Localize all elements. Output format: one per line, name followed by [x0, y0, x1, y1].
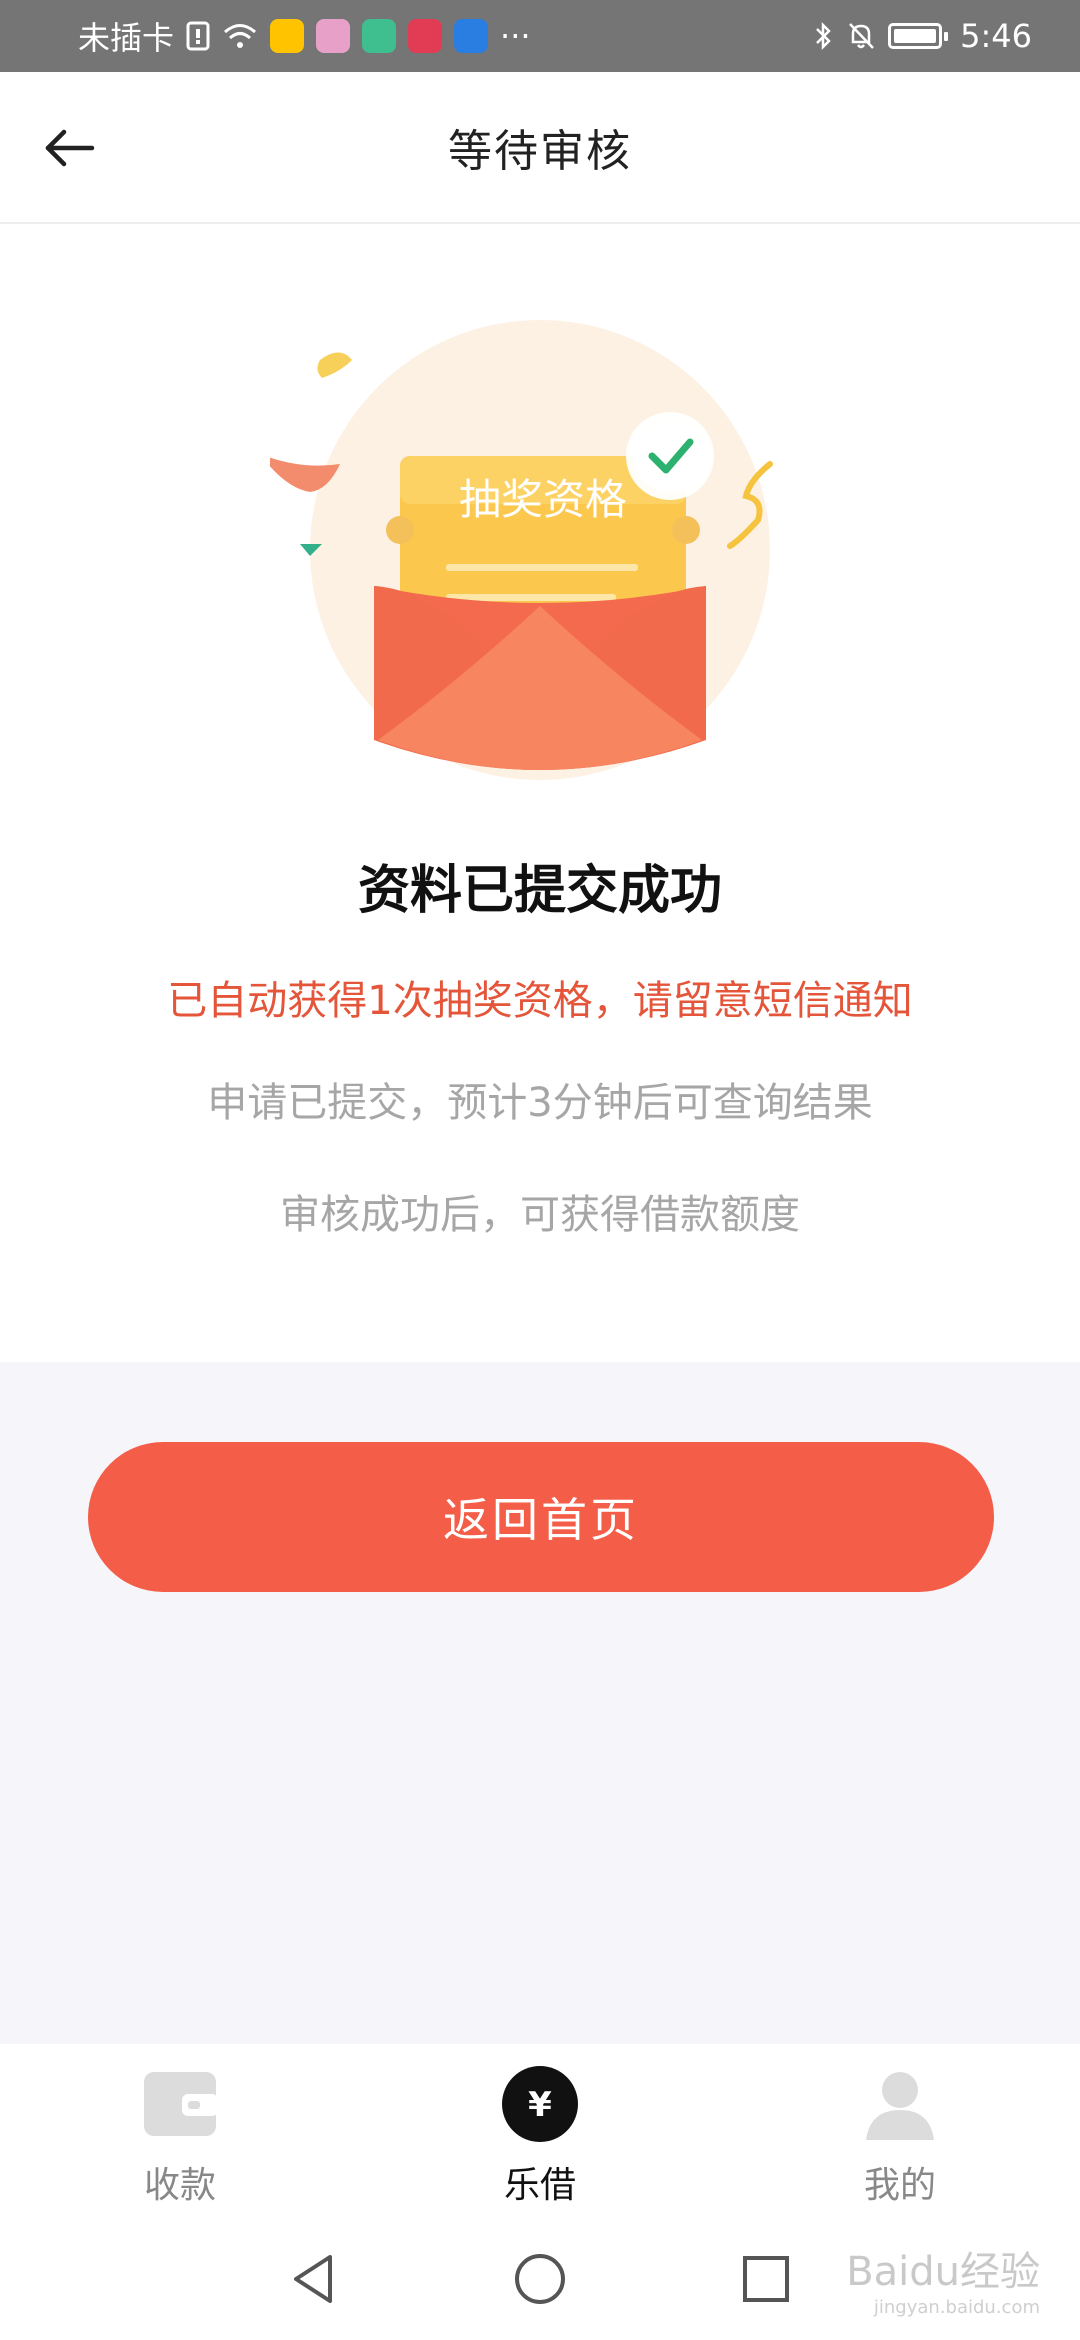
- browser-app-icon: [362, 19, 397, 53]
- security-app-icon: [454, 19, 489, 53]
- return-home-button[interactable]: 返回首页: [88, 1442, 994, 1592]
- reader-app-icon: [408, 19, 443, 53]
- more-notifications-icon: ···: [500, 17, 531, 55]
- bottom-tab-bar: 收款 ¥ 乐借 我的: [0, 2044, 1080, 2218]
- clock: 5:46: [960, 17, 1032, 55]
- wifi-icon: [224, 24, 256, 48]
- tab-collect[interactable]: 收款: [0, 2044, 360, 2218]
- action-area: 返回首页: [0, 1362, 1080, 2044]
- status-right: 5:46: [814, 17, 1032, 55]
- meituan-app-icon: [270, 19, 305, 53]
- wallet-icon: [140, 2064, 220, 2144]
- page-title: 等待审核: [448, 126, 632, 177]
- tab-loan[interactable]: ¥ 乐借: [360, 2044, 720, 2218]
- yuan-symbol: ¥: [528, 2085, 552, 2125]
- watermark-url: jingyan.baidu.com: [873, 2297, 1040, 2318]
- nav-back-icon[interactable]: [286, 2251, 342, 2307]
- credit-notice: 审核成功后，可获得借款额度: [280, 1192, 800, 1238]
- status-left: 未插卡 ···: [78, 13, 531, 59]
- success-title: 资料已提交成功: [357, 861, 722, 921]
- header: 等待审核: [0, 72, 1080, 224]
- yuan-icon: ¥: [500, 2064, 580, 2144]
- bluetooth-icon: [816, 21, 831, 51]
- nav-home-icon[interactable]: [512, 2251, 568, 2307]
- bell-muted-icon: [849, 23, 875, 49]
- query-notice: 申请已提交，预计3分钟后可查询结果: [207, 1080, 873, 1126]
- tab-label-collect: 收款: [143, 2165, 216, 2206]
- sim-icon: [186, 21, 210, 51]
- screen: 未插卡 ··· 5:46 等待审核 抽奖资格 资料已提交成功 已自动获得1次抽奖…: [0, 0, 1080, 2340]
- gallery-app-icon: [316, 19, 351, 53]
- watermark-brand: Baidu经验: [846, 2249, 1040, 2295]
- tab-label-loan: 乐借: [503, 2165, 576, 2206]
- lottery-envelope-illustration: 抽奖资格: [270, 320, 773, 780]
- baidu-watermark: Baidu经验 jingyan.baidu.com: [846, 2239, 1040, 2318]
- tab-mine[interactable]: 我的: [720, 2044, 1080, 2218]
- nav-recents-icon[interactable]: [738, 2251, 794, 2307]
- battery-icon: [888, 23, 949, 49]
- user-icon: [860, 2064, 940, 2144]
- back-arrow-icon[interactable]: [38, 116, 102, 180]
- ticket-label: 抽奖资格: [459, 475, 627, 524]
- tab-label-mine: 我的: [863, 2165, 936, 2206]
- lottery-notice: 已自动获得1次抽奖资格，请留意短信通知: [167, 978, 913, 1024]
- status-bar: 未插卡 ··· 5:46: [0, 0, 1080, 72]
- carrier-label: 未插卡: [78, 19, 175, 57]
